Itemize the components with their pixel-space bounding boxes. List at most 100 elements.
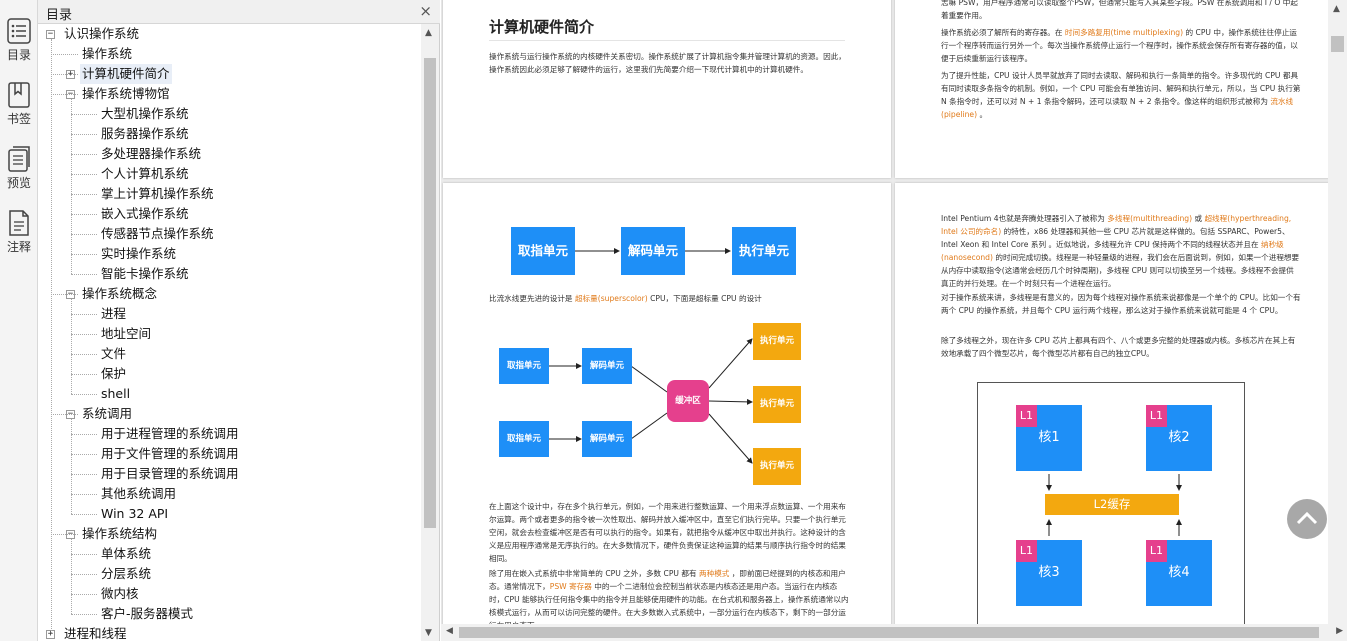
scroll-down-icon[interactable]: ▼ — [425, 628, 432, 638]
rail-annotation-label: 注释 — [6, 240, 31, 254]
text: 除了用在嵌入式系统中非常简单的 CPU 之外，多数 CPU 都有 — [489, 569, 700, 578]
toc-item[interactable]: 微内核 — [99, 584, 141, 604]
toc-scroll-thumb[interactable] — [424, 58, 436, 528]
tree-connector — [71, 554, 97, 555]
bookmark-icon — [8, 82, 30, 108]
tree-connector — [71, 434, 97, 435]
toc-item[interactable]: 分层系统 — [99, 564, 153, 584]
toc-item[interactable]: Win 32 API — [99, 504, 170, 524]
document-horizontal-scrollbar[interactable]: ◀ ▶ — [441, 624, 1347, 641]
tool-rail: 目录 书签 预览 注释 — [0, 0, 38, 641]
fetch-unit-2: 取指单元 — [499, 421, 549, 457]
tree-connector — [71, 614, 97, 615]
toc-item[interactable]: 嵌入式操作系统 — [99, 204, 191, 224]
preview-icon — [8, 146, 30, 172]
tree-connector — [71, 154, 97, 155]
scroll-up-icon[interactable]: ▲ — [425, 28, 432, 38]
toc-item[interactable]: 文件 — [99, 344, 128, 364]
toc-item[interactable]: 系统调用 — [80, 404, 134, 424]
toc-item[interactable]: 传感器节点操作系统 — [99, 224, 216, 244]
rail-toc-button[interactable]: 目录 — [0, 17, 38, 63]
highlight-term: 时间多路复用(time multiplexing) — [1064, 28, 1184, 37]
buffer-unit: 缓冲区 — [667, 380, 709, 422]
toc-item[interactable]: 操作系统结构 — [80, 524, 159, 544]
scroll-left-icon[interactable]: ◀ — [446, 626, 453, 636]
tree-connector — [71, 174, 97, 175]
rail-toc-label: 目录 — [6, 48, 31, 62]
tree-connector — [71, 494, 97, 495]
tree-guide-line — [71, 299, 72, 394]
rail-preview-button[interactable]: 预览 — [0, 145, 38, 191]
tree-connector — [71, 334, 97, 335]
toc-item[interactable]: shell — [99, 384, 132, 404]
exec-unit-2: 执行单元 — [753, 386, 801, 423]
toc-item[interactable]: 单体系统 — [99, 544, 153, 564]
toc-header: 目录 × — [38, 0, 440, 24]
document-hscroll-thumb[interactable] — [459, 627, 1319, 638]
document-viewport[interactable]: 计算机硬件简介 操作系统与运行操作系统的内核硬件关系密切。操作系统扩展了计算机指… — [441, 0, 1347, 624]
fetch-unit-1: 取指单元 — [499, 348, 549, 384]
document-scroll-thumb[interactable] — [1331, 36, 1344, 52]
scroll-up-icon[interactable]: ▲ — [1333, 4, 1340, 14]
collapse-icon[interactable]: − — [46, 30, 55, 39]
toc-item[interactable]: 服务器操作系统 — [99, 124, 191, 144]
toc-item[interactable]: 大型机操作系统 — [99, 104, 191, 124]
rail-annotation-button[interactable]: 注释 — [0, 209, 38, 255]
tree-connector — [51, 414, 78, 415]
toc-item[interactable]: 认识操作系统 — [62, 24, 141, 44]
toc-item[interactable]: 用于文件管理的系统调用 — [99, 444, 241, 464]
tree-connector — [51, 74, 78, 75]
toc-item[interactable]: 掌上计算机操作系统 — [99, 184, 216, 204]
tree-connector — [71, 374, 97, 375]
text: 。 — [977, 110, 988, 119]
toc-item[interactable]: 进程 — [99, 304, 128, 324]
toc-item[interactable]: 实时操作系统 — [99, 244, 178, 264]
toc-panel: 目录 × 认识操作系统 − 操作系统 计算机硬件简介 + 操作系统博物馆 − 大型机操作系统服… — [38, 0, 440, 641]
toc-item[interactable]: 用于进程管理的系统调用 — [99, 424, 241, 444]
scroll-right-icon[interactable]: ▶ — [1336, 626, 1343, 636]
text: 操作系统必须了解所有的寄存器。在 — [941, 28, 1065, 37]
tree-guide-line — [71, 419, 72, 514]
tree-connector — [71, 194, 97, 195]
tree-connector — [71, 134, 97, 135]
toc-item[interactable]: 进程和线程 — [62, 624, 129, 641]
toc-item[interactable]: 地址空间 — [99, 324, 153, 344]
tree-connector — [71, 354, 97, 355]
tree-connector — [71, 394, 97, 395]
toc-item[interactable]: 计算机硬件简介 — [80, 64, 172, 84]
toc-item[interactable]: 操作系统博物馆 — [80, 84, 172, 104]
toc-title: 目录 — [46, 8, 73, 23]
document-vertical-scrollbar[interactable]: ▲ — [1328, 0, 1347, 624]
tree-guide-line — [51, 39, 52, 633]
rail-bookmark-label: 书签 — [6, 112, 31, 126]
tree-connector — [51, 534, 78, 535]
tree-connector — [71, 474, 97, 475]
tree-connector — [71, 234, 97, 235]
toc-item[interactable]: 多处理器操作系统 — [99, 144, 203, 164]
toc-item[interactable]: 保护 — [99, 364, 128, 384]
toc-item[interactable]: 客户-服务器模式 — [99, 604, 195, 624]
toc-item[interactable]: 个人计算机系统 — [99, 164, 191, 184]
tree-connector — [71, 114, 97, 115]
close-icon[interactable]: × — [419, 2, 432, 20]
decode-unit-2: 解码单元 — [582, 421, 632, 457]
tree-connector — [71, 274, 97, 275]
tree-guide-line — [71, 539, 72, 614]
toc-item[interactable]: 其他系统调用 — [99, 484, 178, 504]
tree-connector — [71, 314, 97, 315]
exec-unit-3: 执行单元 — [753, 448, 801, 485]
decode-unit-1: 解码单元 — [582, 348, 632, 384]
tree-connector — [71, 254, 97, 255]
toc-scrollbar[interactable]: ▲ ▼ — [421, 24, 439, 641]
annotation-icon — [9, 210, 29, 236]
back-to-top-button[interactable] — [1287, 499, 1327, 539]
text: 比流水线更先进的设计是 — [489, 294, 575, 303]
toc-item[interactable]: 智能卡操作系统 — [99, 264, 191, 284]
rail-bookmark-button[interactable]: 书签 — [0, 81, 38, 127]
paragraph: 除了用在嵌入式系统中非常简单的 CPU 之外，多数 CPU 都有 两种模式 ，即… — [489, 567, 849, 624]
toc-item[interactable]: 操作系统 — [80, 44, 134, 64]
toc-item[interactable]: 操作系统概念 — [80, 284, 159, 304]
toc-item[interactable]: 用于目录管理的系统调用 — [99, 464, 241, 484]
page-superscalar: 取指单元 解码单元 执行单元 比流水线更先进的设计是 超标量(superscol… — [443, 183, 891, 624]
toc-icon — [7, 18, 31, 44]
